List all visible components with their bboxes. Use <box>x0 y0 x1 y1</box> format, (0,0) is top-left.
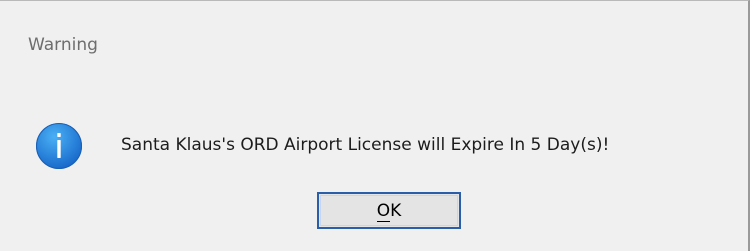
mnemonic-underline <box>376 220 390 222</box>
warning-message: Santa Klaus's ORD Airport License will E… <box>121 135 610 155</box>
dialog-title: Warning <box>28 35 98 55</box>
warning-dialog: Warning Santa Klaus's ORD Airport Licens… <box>0 0 750 251</box>
ok-button-label: OK <box>376 200 402 222</box>
ok-button[interactable]: OK <box>317 192 461 229</box>
info-icon <box>35 122 83 170</box>
